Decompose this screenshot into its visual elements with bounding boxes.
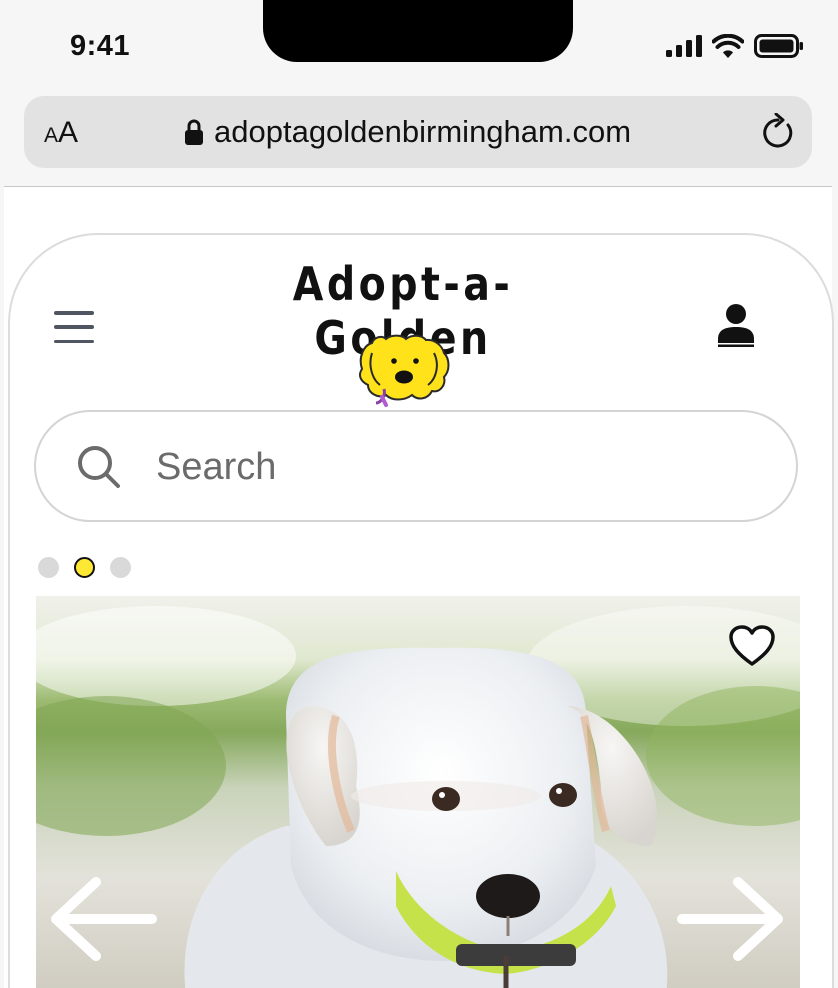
- favorite-heart-icon[interactable]: [728, 624, 776, 668]
- web-page: Adopt-a-Golden: [4, 187, 834, 988]
- status-bar: 9:41: [0, 0, 838, 92]
- notch: [263, 0, 573, 62]
- wifi-icon: [712, 34, 744, 58]
- text-size-button[interactable]: AA: [44, 116, 78, 150]
- carousel-dot-active[interactable]: [74, 557, 95, 578]
- previous-slide-arrow-icon[interactable]: [48, 874, 158, 964]
- carousel-dot[interactable]: [110, 557, 131, 578]
- search-bar[interactable]: [34, 410, 798, 522]
- phone-screen: 9:41 AA adoptagoldenbirmingham.com Adopt…: [0, 0, 838, 988]
- carousel-image[interactable]: [36, 596, 800, 988]
- battery-icon: [754, 34, 803, 58]
- dog-face-icon[interactable]: [354, 331, 454, 407]
- carousel-dot[interactable]: [38, 557, 59, 578]
- hamburger-menu-button[interactable]: [54, 311, 94, 343]
- url-display[interactable]: adoptagoldenbirmingham.com: [184, 114, 631, 150]
- url-text: adoptagoldenbirmingham.com: [214, 114, 632, 149]
- menu-bar: [54, 325, 94, 329]
- status-icons: [666, 34, 804, 58]
- carousel-indicator: [38, 557, 131, 578]
- user-account-icon[interactable]: [714, 303, 758, 347]
- status-time: 9:41: [70, 30, 131, 62]
- lock-icon: [185, 119, 203, 145]
- search-input[interactable]: [156, 440, 736, 494]
- cellular-signal-icon: [666, 35, 702, 57]
- menu-bar: [54, 311, 94, 315]
- search-icon: [78, 446, 120, 488]
- next-slide-arrow-icon[interactable]: [676, 874, 786, 964]
- address-bar[interactable]: AA adoptagoldenbirmingham.com: [24, 96, 812, 168]
- reload-icon[interactable]: [760, 113, 796, 151]
- menu-bar: [54, 339, 94, 343]
